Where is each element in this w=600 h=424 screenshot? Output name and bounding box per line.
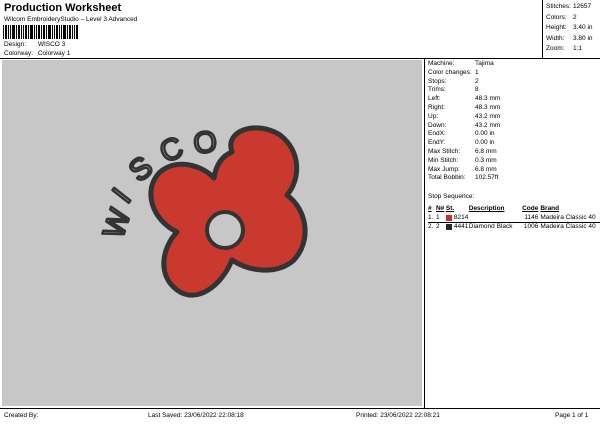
table-header: # N# St. Description Code Brand xyxy=(428,205,560,212)
panel-divider xyxy=(424,58,425,408)
embroidery-design: W I S C O xyxy=(96,124,308,298)
page-number: Page 1 of 1 xyxy=(555,412,589,419)
design-value: WISCO 3 xyxy=(37,41,66,48)
stop-sequence-table: # N# St. Description Code Brand 1. 1 821… xyxy=(428,204,600,231)
zoom-value: 1:1 xyxy=(573,45,583,52)
color-swatch xyxy=(445,214,452,221)
barcode xyxy=(3,25,78,39)
last-saved: Last Saved: 23/06/2022 22:08:18 xyxy=(148,412,244,419)
colorway-label: Colorway: xyxy=(4,50,33,57)
stitches-value: 12657 xyxy=(573,3,592,10)
color-swatch xyxy=(445,223,452,230)
table-divider xyxy=(428,222,600,223)
colorway-value: Colorway 1 xyxy=(37,50,71,57)
width-value: 3.80 in xyxy=(573,34,593,42)
stop-sequence-title: Stop Sequence: xyxy=(428,193,475,200)
table-row: 2. 2 4441 Diamond Black 1006 Madeira Cla… xyxy=(428,223,596,230)
stats-divider xyxy=(542,0,543,58)
height-value: 3.40 in xyxy=(573,24,593,31)
design-row: Design: WISCO 3 xyxy=(4,41,65,48)
svg-text:I: I xyxy=(107,182,138,209)
header-divider xyxy=(0,58,600,59)
svg-text:O: O xyxy=(191,125,219,161)
stats-panel: Stitches: 12657 Colors: 2 Height: 3.40 in W… xyxy=(546,2,593,55)
page-title: Production Worksheet xyxy=(4,2,122,14)
machine-details: Machine: Tajima Color changes: 1 Stops: 2 T… xyxy=(428,60,501,182)
design-label: Design: xyxy=(4,41,27,48)
created-by: Created By: xyxy=(4,412,39,419)
svg-text:W: W xyxy=(97,204,137,242)
table-row: 1. 1 8214 1146 Madeira Classic 40 xyxy=(428,214,596,221)
footer-divider xyxy=(0,408,600,409)
design-preview: W I S C O xyxy=(2,60,422,406)
colors-value: 2 xyxy=(573,13,577,21)
printed-date: Printed: 23/06/2022 22:08:21 xyxy=(356,412,440,419)
colorway-row: Colorway: Colorway 1 xyxy=(4,50,70,57)
software-name: Wilcom EmbroideryStudio – Level 3 Advanc… xyxy=(4,16,138,23)
